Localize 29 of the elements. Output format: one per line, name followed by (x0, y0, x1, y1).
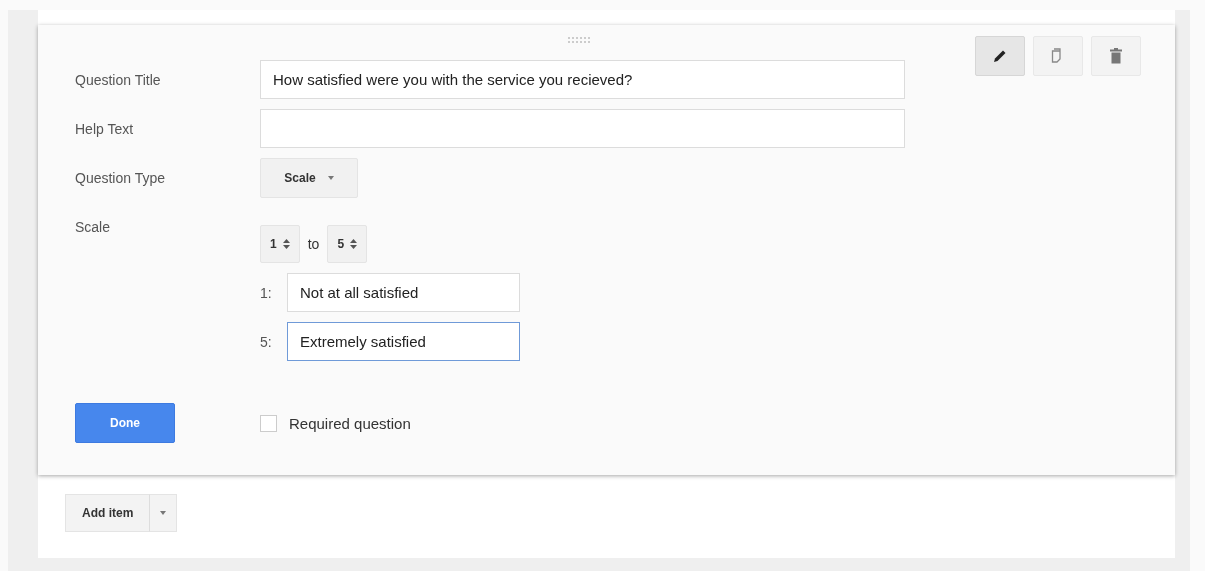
caret-icon (327, 176, 334, 181)
scale-start-select[interactable]: 1 (260, 225, 300, 264)
checkbox[interactable] (260, 414, 277, 432)
field-label: Question Title (75, 71, 162, 88)
anchor-label: 5: (260, 333, 273, 350)
delete-button[interactable] (1091, 36, 1141, 77)
field-label: Question Type (75, 170, 167, 187)
field-label: Help Text (75, 120, 135, 137)
checkbox-label: Required question (289, 414, 411, 432)
text-field[interactable] (260, 109, 905, 149)
stepper-icon (282, 239, 290, 250)
edit-button[interactable] (975, 36, 1025, 77)
stepper-icon (350, 239, 358, 250)
caret-icon (160, 511, 167, 516)
add-item-menu-button[interactable] (150, 494, 178, 533)
add-item-button[interactable]: Add item (65, 494, 151, 533)
to-label: to (307, 236, 320, 253)
scale-end-select[interactable]: 5 (327, 225, 368, 264)
pencil-icon (992, 48, 1008, 65)
field-label: Scale (75, 218, 112, 236)
done-button[interactable]: Done (75, 403, 175, 444)
anchor-field[interactable]: Extremely satisfied (287, 322, 520, 362)
duplicate-button[interactable] (1033, 36, 1083, 77)
drag-handle-icon[interactable] (568, 37, 590, 45)
anchor-label: 1: (260, 284, 273, 301)
text-field[interactable]: How satisfied were you with the service you recieved? (260, 60, 905, 100)
trash-icon (1110, 48, 1122, 65)
question-type-dropdown[interactable]: Scale (260, 158, 358, 199)
anchor-field[interactable]: Not at all satisfied (287, 273, 520, 313)
